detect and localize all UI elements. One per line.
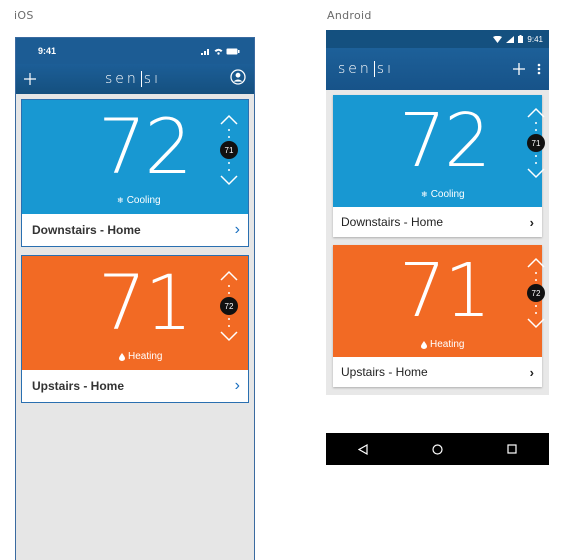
battery-icon [226, 48, 240, 54]
current-temperature: 71 [98, 258, 193, 347]
ios-label: iOS [14, 9, 34, 22]
snowflake-icon: ❄ [117, 196, 124, 205]
card-footer[interactable]: Downstairs - Home › [22, 214, 248, 246]
thermostat-card[interactable]: 72 ❄ Cooling 71 Downstairs - Home › [333, 95, 545, 237]
current-temperature: 71 [399, 248, 491, 334]
thermostat-card[interactable]: 71 Heating 72 Upstairs - Home › [333, 245, 545, 387]
chevron-right-icon: › [234, 221, 240, 238]
setpoint-control: 71 [526, 107, 546, 179]
ios-phone: 9:41 sen sı 72 ❄ Cooling 71 Downstairs -… [15, 37, 255, 560]
mode-indicator: ❄ Cooling [117, 195, 161, 206]
chevron-down-icon[interactable] [527, 167, 545, 179]
mode-label: Heating [128, 351, 163, 362]
profile-icon [230, 68, 246, 85]
android-label: Android [327, 9, 372, 22]
ios-navbar: sen sı [16, 64, 254, 94]
thermostat-name: Upstairs - Home [32, 379, 125, 393]
card-footer[interactable]: Downstairs - Home › [333, 207, 542, 237]
card-footer[interactable]: Upstairs - Home › [333, 357, 542, 387]
thermostat-name: Downstairs - Home [341, 215, 444, 229]
chevron-down-icon[interactable] [527, 317, 545, 329]
status-icons [201, 48, 240, 55]
ios-status-bar: 9:41 [16, 38, 254, 64]
mode-indicator: ❄ Cooling [421, 189, 465, 200]
android-status-bar: 9:41 [326, 30, 549, 48]
snowflake-icon: ❄ [421, 190, 428, 199]
chevron-up-icon[interactable] [220, 114, 238, 126]
plus-icon[interactable] [513, 63, 525, 75]
setpoint-badge: 71 [220, 141, 238, 159]
profile-button[interactable] [230, 68, 246, 90]
temp-display-heating: 71 Heating 72 [22, 256, 248, 370]
setpoint-control: 72 [219, 270, 239, 342]
thermostat-name: Upstairs - Home [341, 365, 428, 379]
thermostat-list: 72 ❄ Cooling 71 Downstairs - Home › 71 H… [326, 90, 549, 451]
android-phone: 9:41 sen sı 72 ❄ Cooling 71 Downstairs -… [326, 30, 549, 465]
app-logo: sen sı [105, 71, 161, 87]
signal-icon [201, 48, 209, 55]
temp-display-cooling: 72 ❄ Cooling 71 [22, 100, 248, 214]
chevron-up-icon[interactable] [527, 257, 545, 269]
wifi-icon [493, 35, 503, 43]
logo-left: sen [338, 61, 372, 77]
recents-icon[interactable] [507, 444, 517, 454]
mode-indicator: Heating [421, 339, 464, 350]
setpoint-badge: 71 [527, 134, 545, 152]
thermostat-card[interactable]: 71 Heating 72 Upstairs - Home › [21, 255, 249, 403]
chevron-right-icon: › [529, 214, 534, 230]
setpoint-badge: 72 [527, 284, 545, 302]
thermostat-name: Downstairs - Home [32, 223, 141, 237]
logo-right: sı [143, 71, 161, 87]
overflow-menu-icon[interactable] [537, 63, 541, 75]
flame-icon [421, 340, 427, 349]
mode-label: Cooling [430, 189, 465, 200]
thermostat-list: 72 ❄ Cooling 71 Downstairs - Home › 71 H… [16, 94, 254, 403]
battery-icon [518, 35, 524, 43]
status-time: 9:41 [527, 34, 543, 44]
wifi-icon [214, 48, 223, 55]
chevron-down-icon[interactable] [220, 174, 238, 186]
setpoint-control: 71 [219, 114, 239, 186]
home-icon[interactable] [432, 443, 443, 455]
status-time: 9:41 [38, 46, 57, 56]
setpoint-control: 72 [526, 257, 546, 329]
logo-left: sen [105, 71, 139, 87]
add-button[interactable] [24, 69, 36, 90]
thermostat-card[interactable]: 72 ❄ Cooling 71 Downstairs - Home › [21, 99, 249, 247]
flame-icon [119, 352, 125, 361]
temp-display-cooling: 72 ❄ Cooling 71 [333, 95, 545, 207]
current-temperature: 72 [98, 102, 193, 191]
back-icon[interactable] [358, 443, 368, 455]
signal-icon [506, 35, 515, 43]
mode-label: Cooling [126, 195, 161, 206]
android-nav-bar [326, 433, 549, 465]
mode-indicator: Heating [119, 351, 162, 362]
temp-display-heating: 71 Heating 72 [333, 245, 545, 357]
current-temperature: 72 [399, 98, 491, 184]
chevron-up-icon[interactable] [527, 107, 545, 119]
app-logo: sen sı [338, 61, 394, 77]
toolbar-actions [513, 63, 541, 75]
chevron-up-icon[interactable] [220, 270, 238, 282]
mode-label: Heating [430, 339, 465, 350]
chevron-right-icon: › [529, 364, 534, 380]
card-footer[interactable]: Upstairs - Home › [22, 370, 248, 402]
android-toolbar: sen sı [326, 48, 549, 90]
setpoint-badge: 72 [220, 297, 238, 315]
chevron-right-icon: › [234, 377, 240, 394]
chevron-down-icon[interactable] [220, 330, 238, 342]
plus-icon [24, 72, 36, 85]
logo-right: sı [376, 61, 394, 77]
